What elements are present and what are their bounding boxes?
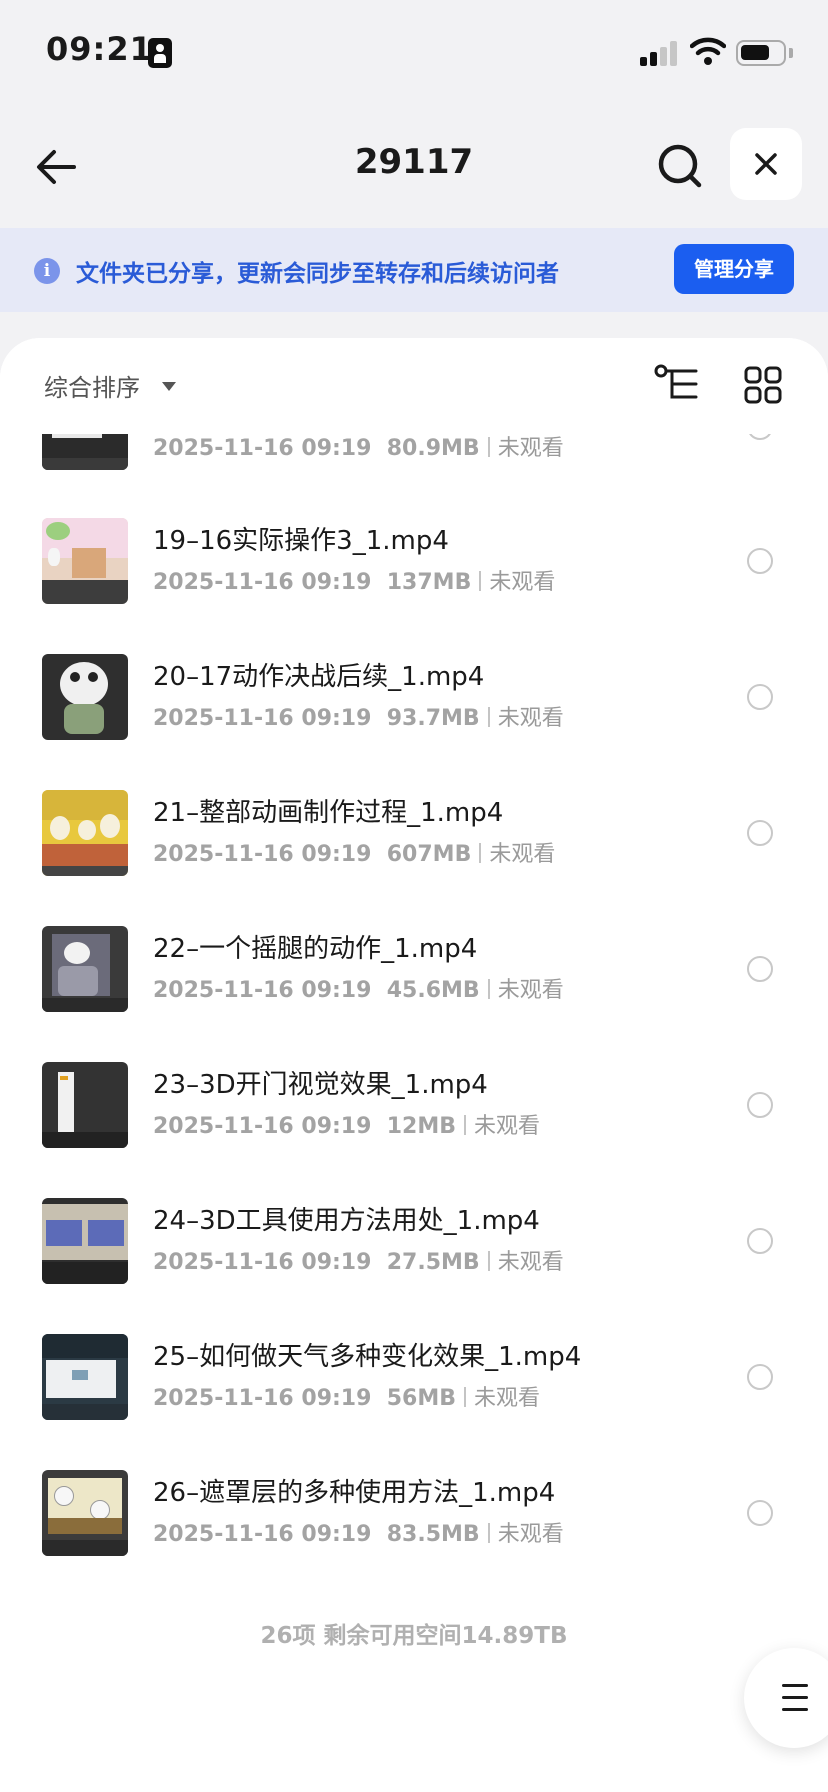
status-bar: 09:21: [0, 0, 828, 100]
file-size: 27.5MB: [386, 1250, 480, 1275]
sort-toolbar: 综合排序: [0, 338, 828, 434]
file-date: 2025-11-16 09:19: [153, 1386, 372, 1411]
list-item[interactable]: 24–3D工具使用方法用处_1.mp4 2025-11-16 09:19 27.…: [0, 1176, 828, 1312]
watch-status: 未观看: [489, 570, 556, 595]
battery-icon: [736, 40, 786, 66]
watch-status: 未观看: [497, 1522, 564, 1547]
file-name: 26–遮罩层的多种使用方法_1.mp4: [153, 1478, 556, 1508]
close-button[interactable]: [730, 128, 802, 200]
watch-status: 未观看: [497, 436, 564, 461]
caret-down-icon[interactable]: [162, 382, 176, 391]
watch-status: 未观看: [474, 1114, 541, 1139]
select-radio[interactable]: [747, 820, 773, 846]
list-item[interactable]: 23–3D开门视觉效果_1.mp4 2025-11-16 09:19 12MB 未…: [0, 1040, 828, 1176]
video-thumbnail: [42, 518, 128, 604]
file-name: 22–一个摇腿的动作_1.mp4: [153, 934, 478, 964]
select-radio[interactable]: [747, 1228, 773, 1254]
video-thumbnail: [42, 1062, 128, 1148]
watch-status: 未观看: [497, 978, 564, 1003]
sort-dropdown[interactable]: 综合排序: [44, 368, 140, 403]
watch-status: 未观看: [474, 1386, 541, 1411]
video-thumbnail: [42, 1470, 128, 1556]
menu-icon: [782, 1684, 808, 1687]
select-radio[interactable]: [747, 1500, 773, 1526]
file-name: 21–整部动画制作过程_1.mp4: [153, 798, 504, 828]
list-item[interactable]: 21–整部动画制作过程_1.mp4 2025-11-16 09:19 607MB…: [0, 768, 828, 904]
file-size: 56MB: [386, 1386, 457, 1411]
select-radio[interactable]: [747, 956, 773, 982]
file-size: 137MB: [386, 570, 472, 595]
grid-view-icon[interactable]: [744, 366, 782, 404]
file-name: 25–如何做天气多种变化效果_1.mp4: [153, 1342, 582, 1372]
cellular-signal-icon: [640, 40, 680, 66]
list-item[interactable]: 19–16实际操作3_1.mp4 2025-11-16 09:19 137MB 未…: [0, 496, 828, 632]
select-radio[interactable]: [747, 548, 773, 574]
share-banner-text: 文件夹已分享，更新会同步至转存和后续访问者: [76, 261, 559, 287]
search-icon[interactable]: [656, 142, 704, 190]
person-badge-icon: [148, 38, 172, 68]
watch-status: 未观看: [489, 842, 556, 867]
tree-view-icon[interactable]: [654, 364, 700, 404]
close-icon: [755, 153, 777, 175]
file-name: 20–17动作决战后续_1.mp4: [153, 662, 485, 692]
file-meta: 2025-11-16 09:19 45.6MB 未观看: [153, 972, 564, 1004]
file-meta: 2025-11-16 09:19 607MB 未观看: [153, 836, 555, 868]
info-icon: i: [34, 258, 60, 284]
select-radio[interactable]: [747, 1364, 773, 1390]
watch-status: 未观看: [497, 1250, 564, 1275]
video-thumbnail: [42, 926, 128, 1012]
status-time: 09:21: [46, 30, 153, 68]
file-size: 93.7MB: [386, 706, 480, 731]
file-date: 2025-11-16 09:19: [153, 570, 372, 595]
video-thumbnail: [42, 654, 128, 740]
file-date: 2025-11-16 09:19: [153, 706, 372, 731]
menu-icon-line: [782, 1696, 808, 1699]
file-size: 83.5MB: [386, 1522, 480, 1547]
file-name: 23–3D开门视觉效果_1.mp4: [153, 1070, 488, 1100]
file-date: 2025-11-16 09:19: [153, 842, 372, 867]
file-name: 19–16实际操作3_1.mp4: [153, 526, 449, 556]
list-item[interactable]: 26–遮罩层的多种使用方法_1.mp4 2025-11-16 09:19 83.…: [0, 1448, 828, 1584]
file-meta: 2025-11-16 09:19 27.5MB 未观看: [153, 1244, 564, 1276]
manage-share-button[interactable]: 管理分享: [674, 244, 794, 294]
storage-summary: 26项 剩余可用空间14.89TB: [260, 1623, 568, 1649]
file-date: 2025-11-16 09:19: [153, 1522, 372, 1547]
menu-icon-line: [782, 1708, 808, 1711]
watch-status: 未观看: [497, 706, 564, 731]
video-thumbnail: [42, 1334, 128, 1420]
file-size: 607MB: [386, 842, 472, 867]
file-meta: 2025-11-16 09:19 56MB 未观看: [153, 1380, 540, 1412]
file-date: 2025-11-16 09:19: [153, 1114, 372, 1139]
file-size: 45.6MB: [386, 978, 480, 1003]
list-item[interactable]: 22–一个摇腿的动作_1.mp4 2025-11-16 09:19 45.6MB…: [0, 904, 828, 1040]
file-meta: 2025-11-16 09:19 93.7MB 未观看: [153, 700, 564, 732]
file-meta: 2025-11-16 09:19 12MB 未观看: [153, 1108, 540, 1140]
nav-header: 29117: [0, 110, 828, 220]
video-thumbnail: [42, 790, 128, 876]
select-radio[interactable]: [747, 684, 773, 710]
wifi-icon: [690, 37, 726, 65]
select-radio[interactable]: [747, 1092, 773, 1118]
file-date: 2025-11-16 09:19: [153, 1250, 372, 1275]
file-meta: 2025-11-16 09:19 83.5MB 未观看: [153, 1516, 564, 1548]
battery-tip: [789, 48, 793, 58]
file-meta: 2025-11-16 09:19 137MB 未观看: [153, 564, 555, 596]
file-name: 24–3D工具使用方法用处_1.mp4: [153, 1206, 540, 1236]
file-meta: 2025-11-16 09:19 80.9MB 未观看: [153, 430, 564, 462]
file-date: 2025-11-16 09:19: [153, 978, 372, 1003]
file-list-sheet: 2025-11-16 09:19 80.9MB 未观看 19–16实际操作3_1.…: [0, 338, 828, 1792]
video-thumbnail: [42, 1198, 128, 1284]
file-size: 80.9MB: [386, 436, 480, 461]
file-date: 2025-11-16 09:19: [153, 436, 372, 461]
list-item[interactable]: 25–如何做天气多种变化效果_1.mp4 2025-11-16 09:19 56…: [0, 1312, 828, 1448]
share-banner: i 文件夹已分享，更新会同步至转存和后续访问者 管理分享: [0, 228, 828, 312]
list-item[interactable]: 20–17动作决战后续_1.mp4 2025-11-16 09:19 93.7M…: [0, 632, 828, 768]
file-size: 12MB: [386, 1114, 457, 1139]
